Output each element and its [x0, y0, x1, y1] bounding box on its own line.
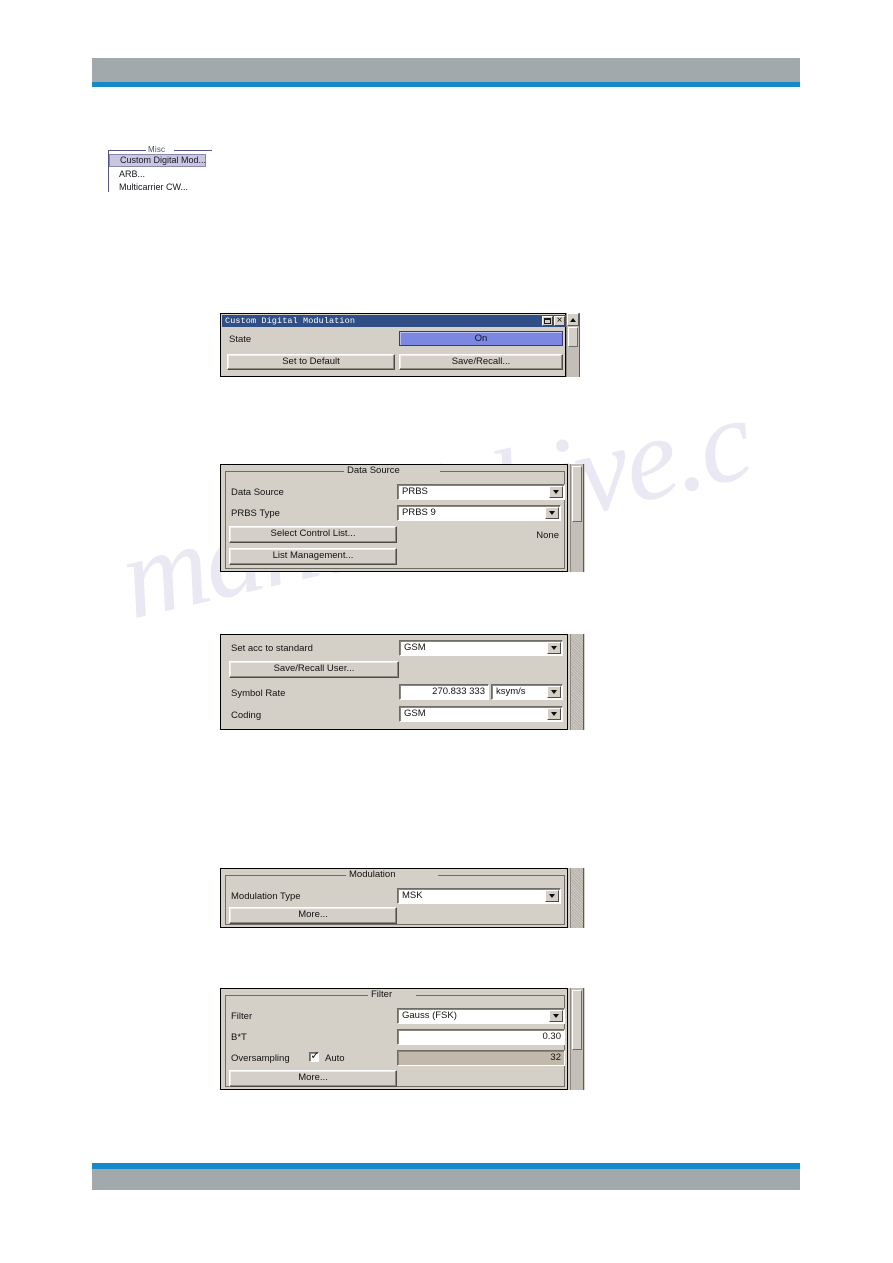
dialog-titlebar[interactable]: Custom Digital Modulation	[222, 315, 566, 327]
select-control-list-button[interactable]: Select Control List...	[229, 526, 397, 543]
prbs-type-label: PRBS Type	[231, 508, 280, 519]
oversampling-auto-checkbox[interactable]	[309, 1049, 321, 1063]
page-header-bar	[92, 58, 800, 82]
symbol-rate-label: Symbol Rate	[231, 688, 286, 699]
scroll-up-arrow-icon[interactable]	[567, 313, 579, 326]
legend-rule-right	[174, 150, 212, 151]
oversampling-value-field: 32	[397, 1050, 565, 1066]
save-recall-user-button[interactable]: Save/Recall User...	[229, 661, 399, 678]
data-source-combo-value: PRBS	[402, 486, 428, 497]
modulation-type-label: Modulation Type	[231, 891, 301, 902]
misc-menu-legend-label: Misc	[148, 145, 166, 154]
oversampling-label: Oversampling	[231, 1053, 290, 1064]
set-acc-to-standard-label: Set acc to standard	[231, 643, 313, 654]
misc-menu: Misc Custom Digital Mod... ARB... Multic…	[108, 145, 212, 194]
data-source-scrollbar[interactable]	[570, 464, 584, 572]
filter-label: Filter	[231, 1011, 253, 1022]
list-management-button[interactable]: List Management...	[229, 548, 397, 565]
chevron-down-icon[interactable]	[547, 686, 561, 698]
symbol-rate-field[interactable]: 270.833 333	[399, 684, 489, 700]
filter-group-title: Filter	[368, 989, 396, 1000]
coding-combo[interactable]: GSM	[399, 706, 563, 722]
oversampling-auto-label: Auto	[325, 1053, 345, 1064]
prbs-type-combo-value: PRBS 9	[402, 507, 436, 518]
chevron-down-icon[interactable]	[549, 1010, 563, 1022]
standard-body: Set acc to standard GSM Save/Recall User…	[220, 634, 568, 730]
modulation-type-value: MSK	[402, 890, 423, 901]
prbs-type-combo[interactable]: PRBS 9	[397, 505, 561, 521]
set-acc-to-standard-combo[interactable]: GSM	[399, 640, 563, 656]
data-source-body: Data Source Data Source PRBS PRBS Type P…	[220, 464, 568, 572]
control-list-value: None	[536, 530, 559, 541]
state-label: State	[229, 334, 252, 345]
scrollbar-thumb[interactable]	[568, 327, 578, 347]
chevron-down-icon[interactable]	[549, 486, 563, 498]
data-source-combo[interactable]: PRBS	[397, 484, 565, 500]
data-source-panel: Data Source Data Source PRBS PRBS Type P…	[220, 464, 585, 572]
dialog-title: Custom Digital Modulation	[225, 316, 356, 326]
chevron-down-icon[interactable]	[545, 890, 559, 902]
modulation-panel: Modulation Modulation Type MSK More...	[220, 868, 585, 928]
modulation-type-combo[interactable]: MSK	[397, 888, 561, 904]
close-icon[interactable]	[554, 315, 565, 327]
misc-menu-item-arb[interactable]: ARB...	[113, 168, 145, 180]
minimize-icon[interactable]	[542, 316, 553, 326]
filter-panel: Filter Filter Gauss (FSK) B*T 0.30 Overs…	[220, 988, 585, 1090]
coding-value: GSM	[404, 708, 426, 719]
standard-scrollbar[interactable]	[570, 634, 584, 730]
filter-scrollbar[interactable]	[570, 988, 584, 1090]
chevron-down-icon[interactable]	[547, 708, 561, 720]
custom-digital-modulation-dialog: Custom Digital Modulation State On Set t…	[220, 313, 580, 377]
set-to-default-button[interactable]: Set to Default	[227, 354, 395, 370]
misc-menu-item-multicarrier-cw[interactable]: Multicarrier CW...	[113, 181, 188, 193]
chevron-down-icon[interactable]	[545, 507, 559, 519]
filter-combo[interactable]: Gauss (FSK)	[397, 1008, 565, 1024]
chevron-down-icon[interactable]	[547, 642, 561, 654]
save-recall-button[interactable]: Save/Recall...	[399, 354, 563, 370]
set-acc-to-standard-value: GSM	[404, 642, 426, 653]
filter-body: Filter Filter Gauss (FSK) B*T 0.30 Overs…	[220, 988, 568, 1090]
modulation-more-button[interactable]: More...	[229, 907, 397, 924]
data-source-label: Data Source	[231, 487, 284, 498]
standard-panel: Set acc to standard GSM Save/Recall User…	[220, 634, 585, 730]
bt-label: B*T	[231, 1032, 247, 1043]
symbol-rate-unit-value: ksym/s	[496, 686, 526, 697]
filter-value: Gauss (FSK)	[402, 1010, 457, 1021]
scrollbar-thumb[interactable]	[572, 990, 582, 1050]
state-value-field[interactable]: On	[399, 331, 563, 346]
scrollbar-thumb[interactable]	[572, 466, 582, 522]
filter-more-button[interactable]: More...	[229, 1070, 397, 1087]
page-header-rule	[92, 82, 800, 87]
page-footer-bar	[92, 1169, 800, 1190]
symbol-rate-unit-combo[interactable]: ksym/s	[491, 684, 563, 700]
modulation-body: Modulation Modulation Type MSK More...	[220, 868, 568, 928]
bt-field[interactable]: 0.30	[397, 1029, 565, 1045]
data-source-group-title: Data Source	[344, 465, 403, 476]
modulation-scrollbar[interactable]	[570, 868, 584, 928]
dialog-scrollbar[interactable]	[566, 313, 580, 377]
misc-menu-item-custom-digital-mod[interactable]: Custom Digital Mod...	[109, 154, 206, 167]
modulation-group-title: Modulation	[346, 869, 399, 880]
coding-label: Coding	[231, 710, 262, 721]
legend-rule-left	[108, 150, 146, 151]
dialog-body: Custom Digital Modulation State On Set t…	[220, 313, 566, 377]
